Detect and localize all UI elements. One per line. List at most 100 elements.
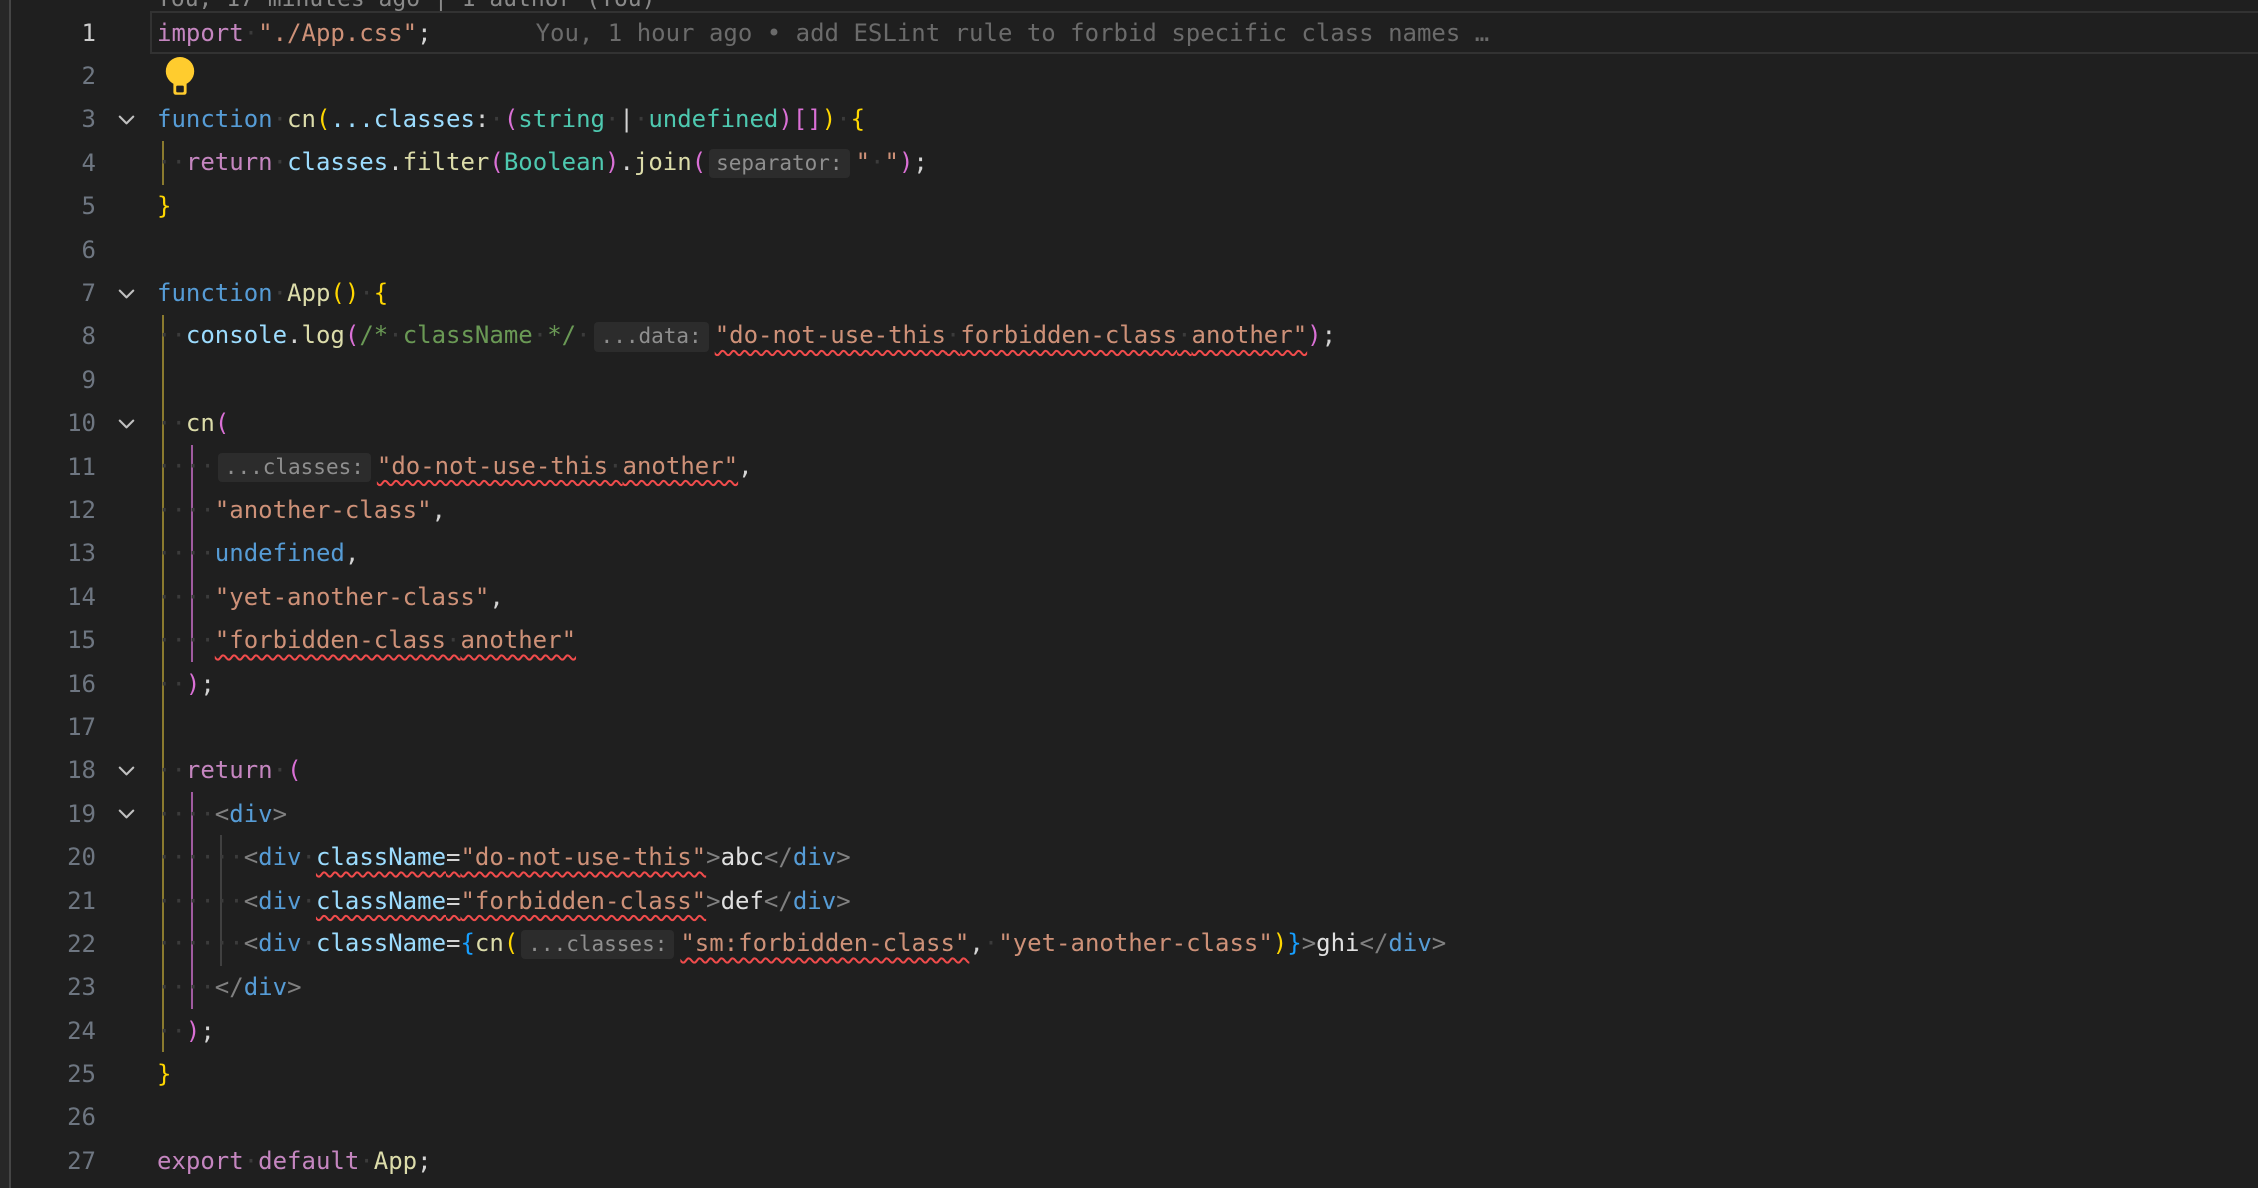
code-line-12[interactable]: 12 ····"another-class",	[0, 488, 2258, 531]
code-line-17[interactable]: 17	[0, 705, 2258, 748]
error-squiggle: "do-not-use-this·another"	[377, 452, 738, 480]
code-line-24[interactable]: 24 ··);	[0, 1009, 2258, 1052]
line-number[interactable]: 5	[0, 192, 96, 220]
code-line-content[interactable]: ··console.log(/*·className·*/·...data:"d…	[157, 321, 1336, 351]
fold-chevron-icon[interactable]	[96, 108, 157, 131]
line-number[interactable]: 26	[0, 1103, 96, 1131]
fold-chevron-icon[interactable]	[96, 802, 157, 825]
lightbulb-icon[interactable]	[162, 56, 198, 96]
code-token: ,	[738, 452, 752, 480]
code-line-6[interactable]: 6	[0, 228, 2258, 271]
code-line-content[interactable]: ····"forbidden-class·another"	[157, 626, 576, 654]
line-number[interactable]: 19	[0, 800, 96, 828]
code-token: }	[157, 1060, 171, 1088]
line-number[interactable]: 25	[0, 1060, 96, 1088]
line-number[interactable]: 13	[0, 539, 96, 567]
code-line-content[interactable]: import·"./App.css";You, 1 hour ago • add…	[157, 19, 1489, 47]
code-line-content[interactable]: ····"another-class",	[157, 496, 446, 524]
code-line-content[interactable]: function·App()·{	[157, 279, 388, 307]
code-line-19[interactable]: 19 ····<div>	[0, 792, 2258, 835]
code-line-25[interactable]: 25}	[0, 1052, 2258, 1095]
code-line-22[interactable]: 22 ······<div·className={cn(...classes:"s…	[0, 922, 2258, 965]
line-number[interactable]: 14	[0, 583, 96, 611]
code-token: div	[258, 929, 301, 957]
line-number[interactable]: 12	[0, 496, 96, 524]
code-line-content[interactable]: ··return·(	[157, 756, 302, 784]
line-number[interactable]: 27	[0, 1147, 96, 1175]
code-line-20[interactable]: 20 ······<div·className="do-not-use-this"…	[0, 835, 2258, 878]
code-line-23[interactable]: 23 ····</div>	[0, 966, 2258, 1009]
line-number[interactable]: 11	[0, 453, 96, 481]
line-number[interactable]: 18	[0, 756, 96, 784]
line-number[interactable]: 8	[0, 322, 96, 350]
code-line-content[interactable]: ··);	[157, 1017, 215, 1045]
line-number[interactable]: 20	[0, 843, 96, 871]
code-line-content[interactable]: }	[157, 192, 171, 220]
line-number[interactable]: 3	[0, 105, 96, 133]
code-token: div	[244, 973, 287, 1001]
fold-chevron-icon[interactable]	[96, 412, 157, 435]
code-line-content[interactable]: ······<div·className="forbidden-class">d…	[157, 887, 851, 915]
line-number[interactable]: 10	[0, 409, 96, 437]
inlay-hint: ...data:	[594, 322, 709, 351]
code-line-content[interactable]: ··return·classes.filter(Boolean).join(se…	[157, 148, 928, 178]
line-number[interactable]: 9	[0, 366, 96, 394]
code-line-content[interactable]: ····<div>	[157, 800, 287, 828]
code-line-1[interactable]: 1 import·"./App.css";You, 1 hour ago • ad…	[0, 11, 2258, 54]
code-line-27[interactable]: 27 export·default·App;	[0, 1139, 2258, 1182]
code-token: cn	[287, 105, 316, 133]
line-number[interactable]: 23	[0, 973, 96, 1001]
code-line-13[interactable]: 13 ····undefined,	[0, 532, 2258, 575]
code-line-15[interactable]: 15 ····"forbidden-class·another"	[0, 618, 2258, 661]
code-line-content[interactable]: ····"yet-another-class",	[157, 583, 504, 611]
code-token: ··	[157, 321, 186, 349]
code-line-content[interactable]: ······<div·className="do-not-use-this">a…	[157, 843, 851, 871]
code-line-content[interactable]: ··cn(	[157, 409, 229, 437]
code-token: |	[619, 105, 633, 133]
fold-chevron-icon[interactable]	[96, 282, 157, 305]
line-number[interactable]: 22	[0, 930, 96, 958]
code-line-content[interactable]: ······<div·className={cn(...classes:"sm:…	[157, 929, 1446, 959]
code-line-7[interactable]: 7 function·App()·{	[0, 271, 2258, 314]
code-line-3[interactable]: 3 function·cn(...classes:·(string·|·undef…	[0, 98, 2258, 141]
code-line-content[interactable]: export·default·App;	[157, 1147, 432, 1175]
code-line-content[interactable]: ····...classes:"do-not-use-this·another"…	[157, 452, 753, 482]
line-number[interactable]: 15	[0, 626, 96, 654]
line-number[interactable]: 1	[0, 19, 96, 47]
code-token: )	[1307, 321, 1321, 349]
code-line-8[interactable]: 8 ··console.log(/*·className·*/·...data:"…	[0, 315, 2258, 358]
code-line-10[interactable]: 10 ··cn(	[0, 402, 2258, 445]
code-line-5[interactable]: 5}	[0, 185, 2258, 228]
fold-chevron-icon[interactable]	[96, 759, 157, 782]
code-line-26[interactable]: 26	[0, 1096, 2258, 1139]
code-line-content[interactable]: function·cn(...classes:·(string·|·undefi…	[157, 105, 865, 133]
code-line-11[interactable]: 11 ····...classes:"do-not-use-this·anothe…	[0, 445, 2258, 488]
code-line-2[interactable]: 2	[0, 54, 2258, 97]
code-token: ··	[157, 670, 186, 698]
code-token: "./App.css"	[258, 19, 417, 47]
code-line-content[interactable]	[157, 56, 198, 96]
code-token: ...classes	[330, 105, 475, 133]
code-line-18[interactable]: 18 ··return·(	[0, 749, 2258, 792]
line-number[interactable]: 4	[0, 149, 96, 177]
code-line-21[interactable]: 21 ······<div·className="forbidden-class"…	[0, 879, 2258, 922]
code-token: className	[316, 929, 446, 957]
code-line-content[interactable]: ··);	[157, 670, 215, 698]
code-token: >	[706, 887, 720, 915]
code-line-4[interactable]: 4 ··return·classes.filter(Boolean).join(s…	[0, 141, 2258, 184]
line-number[interactable]: 24	[0, 1017, 96, 1045]
line-number[interactable]: 6	[0, 236, 96, 264]
code-line-16[interactable]: 16 ··);	[0, 662, 2258, 705]
line-number[interactable]: 7	[0, 279, 96, 307]
line-number[interactable]: 16	[0, 670, 96, 698]
line-number[interactable]: 21	[0, 887, 96, 915]
code-line-9[interactable]: 9	[0, 358, 2258, 401]
code-line-content[interactable]: }	[157, 1060, 171, 1088]
line-number[interactable]: 17	[0, 713, 96, 741]
code-line-14[interactable]: 14 ····"yet-another-class",	[0, 575, 2258, 618]
code-token: ····	[157, 452, 215, 480]
line-number[interactable]: 2	[0, 62, 96, 90]
code-line-content[interactable]: ····</div>	[157, 973, 302, 1001]
code-token: function	[157, 105, 273, 133]
code-line-content[interactable]: ····undefined,	[157, 539, 359, 567]
